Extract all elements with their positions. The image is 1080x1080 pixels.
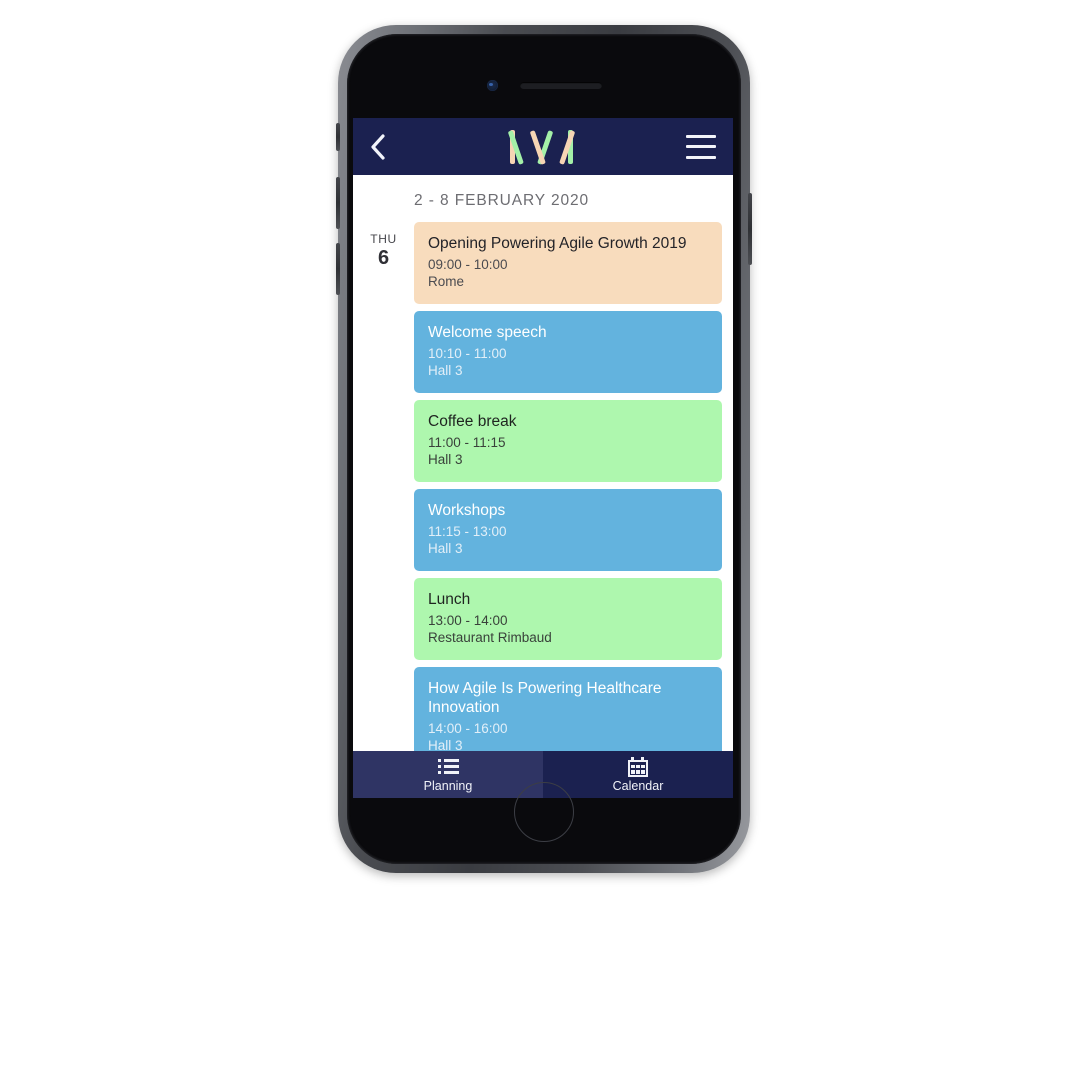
hamburger-menu-icon[interactable] (686, 134, 716, 159)
app-screen: 2 - 8 FEBRUARY 2020 THU 6 Opening Poweri… (353, 118, 733, 798)
tab-planning[interactable]: Planning (353, 751, 543, 798)
day-gutter-spacer (353, 400, 414, 410)
app-header (353, 118, 733, 175)
back-button[interactable] (370, 132, 396, 162)
event-title: Coffee break (428, 413, 517, 430)
day-gutter-spacer (353, 667, 414, 677)
event-time: 09:00 - 10:00 (428, 257, 508, 272)
event-title: How Agile Is Powering Healthcare Innovat… (428, 680, 662, 716)
speaker-icon (519, 81, 602, 89)
day-gutter-spacer (353, 578, 414, 588)
event-location: Restaurant Rimbaud (428, 630, 552, 645)
event-location: Hall 3 (428, 452, 463, 467)
event-location: Hall 3 (428, 541, 463, 556)
home-button-icon[interactable] (514, 782, 574, 842)
app-logo (507, 129, 575, 165)
event-card[interactable]: Lunch 13:00 - 14:00 Restaurant Rimbaud (414, 578, 722, 660)
day-gutter-spacer (353, 489, 414, 499)
tab-calendar-label: Calendar (612, 778, 664, 793)
event-card[interactable]: Workshops 11:15 - 13:00 Hall 3 (414, 489, 722, 571)
day-gutter-spacer (353, 311, 414, 321)
event-card[interactable]: Coffee break 11:00 - 11:15 Hall 3 (414, 400, 722, 482)
tab-planning-label: Planning (423, 778, 473, 793)
agenda-row: Workshops 11:15 - 13:00 Hall 3 (353, 489, 722, 571)
event-title: Welcome speech (428, 324, 547, 341)
event-time: 11:00 - 11:15 (428, 435, 506, 450)
event-title: Workshops (428, 502, 506, 519)
power-button[interactable] (748, 193, 752, 265)
day-gutter: THU 6 (353, 222, 414, 270)
event-location: Hall 3 (428, 363, 463, 378)
agenda-row: Welcome speech 10:10 - 11:00 Hall 3 (353, 311, 722, 393)
event-card[interactable]: Opening Powering Agile Growth 2019 09:00… (414, 222, 722, 304)
chevron-left-icon (371, 133, 385, 160)
event-card[interactable]: Welcome speech 10:10 - 11:00 Hall 3 (414, 311, 722, 393)
volume-up-button[interactable] (336, 177, 340, 229)
event-time: 13:00 - 14:00 (428, 613, 508, 628)
event-title: Lunch (428, 591, 471, 608)
sensor-row (347, 78, 741, 92)
day-weekday-label: THU (370, 232, 397, 246)
silent-switch-button[interactable] (336, 123, 340, 151)
event-title: Opening Powering Agile Growth 2019 (428, 235, 687, 252)
logo-letter-w (507, 129, 575, 165)
calendar-icon (628, 756, 648, 777)
day-number-label: 6 (377, 247, 390, 269)
event-time: 11:15 - 13:00 (428, 524, 507, 539)
camera-icon (486, 79, 498, 91)
volume-down-button[interactable] (336, 243, 340, 295)
agenda-row: Lunch 13:00 - 14:00 Restaurant Rimbaud (353, 578, 722, 660)
date-range-label: 2 - 8 FEBRUARY 2020 (414, 192, 590, 209)
agenda-list: THU 6 Opening Powering Agile Growth 2019… (353, 222, 733, 768)
agenda-row: Coffee break 11:00 - 11:15 Hall 3 (353, 400, 722, 482)
tab-calendar[interactable]: Calendar (543, 751, 733, 798)
agenda-row: THU 6 Opening Powering Agile Growth 2019… (353, 222, 722, 304)
phone-frame: 2 - 8 FEBRUARY 2020 THU 6 Opening Poweri… (336, 25, 752, 873)
event-location: Rome (428, 274, 465, 289)
event-time: 10:10 - 11:00 (428, 346, 507, 361)
list-icon (437, 757, 459, 777)
phone-bezel: 2 - 8 FEBRUARY 2020 THU 6 Opening Poweri… (347, 34, 741, 864)
event-time: 14:00 - 16:00 (428, 721, 508, 736)
